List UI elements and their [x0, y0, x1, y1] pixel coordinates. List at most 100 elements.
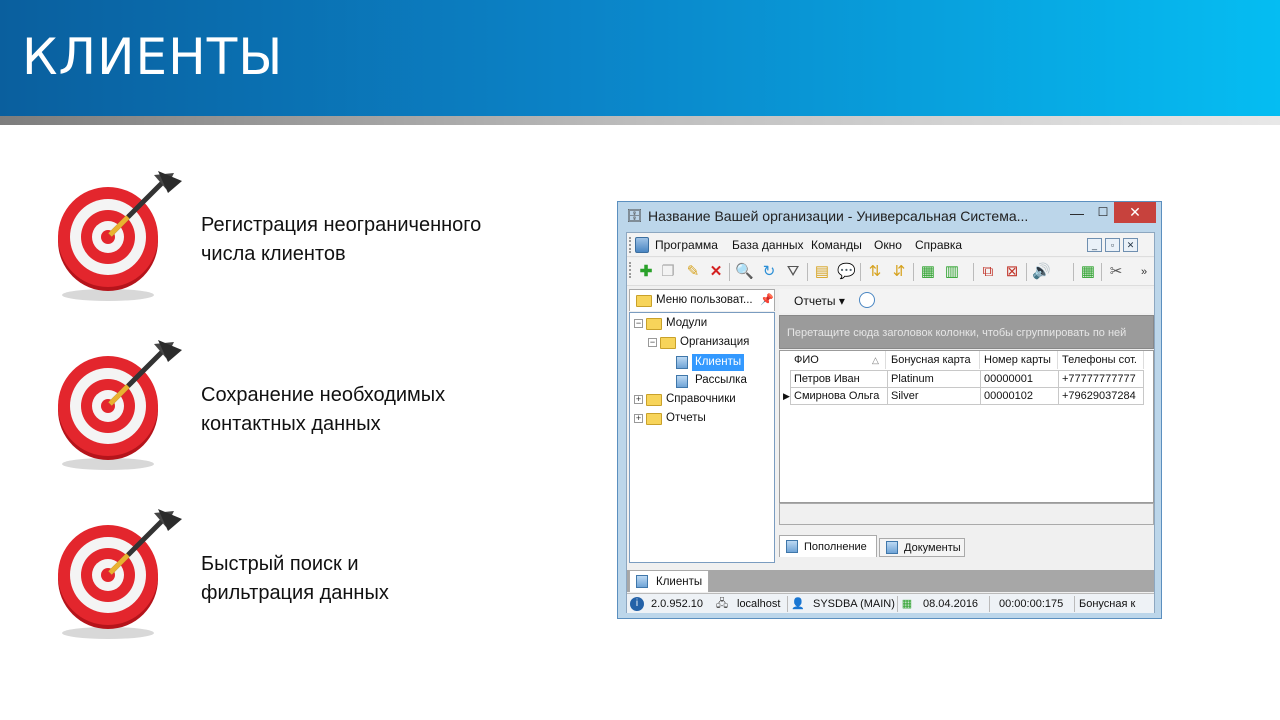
- current-row-indicator: ▶: [783, 391, 790, 401]
- window-maximize-button[interactable]: ☐: [1090, 205, 1116, 225]
- folder-icon: [660, 337, 676, 349]
- export-excel-icon[interactable]: ▦: [919, 263, 937, 281]
- copy-icon[interactable]: ❐: [659, 263, 677, 281]
- add-icon[interactable]: ✚: [637, 263, 655, 281]
- form-icon: [676, 375, 688, 388]
- column-header-bonus-card[interactable]: Бонусная карта: [887, 351, 980, 369]
- form-icon: [676, 356, 688, 369]
- reports-dropdown[interactable]: Отчеты ▾: [794, 294, 845, 308]
- grid-cell[interactable]: Смирнова Ольга: [790, 387, 888, 405]
- window-tab-label: Клиенты: [656, 576, 703, 588]
- group-by-panel[interactable]: Перетащите сюда заголовок колонки, чтобы…: [779, 315, 1154, 349]
- filter-icon[interactable]: ⛛: [784, 263, 802, 281]
- menu-window[interactable]: Окно: [874, 238, 902, 252]
- grid-cell[interactable]: Silver: [887, 387, 981, 405]
- status-host: localhost: [737, 598, 781, 610]
- feature-line: Регистрация неограниченного: [201, 214, 482, 236]
- tools-icon[interactable]: ✂: [1107, 263, 1125, 281]
- sort-asc-icon: △: [872, 355, 879, 365]
- column-header-phones[interactable]: Телефоны сот.: [1058, 351, 1144, 369]
- grid-cell[interactable]: 00000102: [980, 387, 1059, 405]
- mdi-restore-button[interactable]: ▫: [1105, 238, 1120, 252]
- clients-grid: ФИО △ Бонусная карта Номер карты Телефоны…: [779, 350, 1154, 503]
- clock-icon[interactable]: [859, 292, 875, 308]
- tree-node-label: Клиенты: [692, 354, 745, 371]
- expand-icon[interactable]: +: [634, 395, 643, 404]
- header-banner: КЛИЕНТЫ: [0, 0, 1280, 116]
- toolbar-separator: [807, 263, 808, 281]
- toolbar-separator: [860, 263, 861, 281]
- server-icon: 🖧: [715, 598, 729, 610]
- grid-cell[interactable]: Platinum: [887, 370, 981, 388]
- export-icon[interactable]: ▥: [943, 263, 961, 281]
- folder-icon: [646, 413, 662, 425]
- user-icon: 👤: [791, 598, 805, 610]
- folder-icon: [646, 394, 662, 406]
- feature-line: контактных данных: [201, 413, 381, 435]
- collapse-icon[interactable]: −: [648, 338, 657, 347]
- target-icon: [58, 340, 182, 470]
- status-extra: Бонусная к: [1079, 598, 1136, 610]
- toolbar-separator: [1026, 263, 1027, 281]
- feature-line: Сохранение необходимых: [201, 384, 446, 406]
- group-hint: Перетащите сюда заголовок колонки, чтобы…: [787, 327, 1127, 339]
- column-header-fio[interactable]: ФИО △: [790, 351, 886, 369]
- sound-icon[interactable]: 🔊: [1032, 263, 1051, 281]
- menu-database[interactable]: База данных: [732, 238, 803, 252]
- grid-footer: [779, 503, 1154, 525]
- feature-item: Регистрация неограниченного числа клиент…: [50, 167, 610, 307]
- menu-help[interactable]: Справка: [915, 238, 962, 252]
- tree-node-label: Организация: [680, 336, 750, 348]
- column-header-label: ФИО: [794, 354, 819, 366]
- search-icon[interactable]: 🔍: [735, 263, 754, 281]
- grid-cell[interactable]: Петров Иван: [790, 370, 888, 388]
- grid-cell[interactable]: +79629037284: [1058, 387, 1144, 405]
- grid-cell[interactable]: 00000001: [980, 370, 1059, 388]
- sort-asc-icon[interactable]: ⇅: [866, 263, 884, 281]
- calendar-icon: ▦: [901, 598, 913, 610]
- menu-program[interactable]: Программа: [655, 238, 718, 252]
- refresh-icon[interactable]: ↻: [760, 263, 778, 281]
- close-window-icon[interactable]: ⊠: [1003, 263, 1021, 281]
- window-close-button[interactable]: ✕: [1114, 202, 1156, 223]
- toolbar-separator: [729, 263, 730, 281]
- menu-commands[interactable]: Команды: [811, 238, 862, 252]
- clients-panel: Отчеты ▾ Перетащите сюда заголовок колон…: [779, 289, 1154, 565]
- expand-icon[interactable]: +: [634, 414, 643, 423]
- feature-line: фильтрация данных: [201, 582, 389, 604]
- window-tabs-strip: Клиенты: [627, 570, 1154, 592]
- overflow-icon[interactable]: »: [1135, 263, 1153, 281]
- edit-icon[interactable]: ✎: [684, 263, 702, 281]
- grip-icon: [629, 262, 633, 278]
- tree-node-label: Справочники: [666, 393, 736, 405]
- tab-label: Документы: [904, 542, 961, 554]
- import-icon[interactable]: ▤: [813, 263, 831, 281]
- sort-desc-icon[interactable]: ⇵: [890, 263, 908, 281]
- feature-item: Быстрый поиск и фильтрация данных: [50, 505, 610, 645]
- collapse-icon[interactable]: −: [634, 319, 643, 328]
- window-title: Название Вашей организации - Универсальн…: [648, 208, 1029, 224]
- status-version: 2.0.952.10: [651, 598, 703, 610]
- header-divider: [0, 116, 1280, 125]
- toolbar-separator: [1101, 263, 1102, 281]
- mdi-minimize-button[interactable]: _: [1087, 238, 1102, 252]
- column-header-card-number[interactable]: Номер карты: [980, 351, 1058, 369]
- toolbar-separator: [913, 263, 914, 281]
- status-date: 08.04.2016: [923, 598, 979, 610]
- window-minimize-button[interactable]: —: [1064, 205, 1090, 225]
- window-titlebar: 🗄 Название Вашей организации - Универсал…: [618, 202, 1161, 230]
- menu-bar: Программа База данных Команды Окно Справ…: [627, 233, 1154, 257]
- calendar-icon[interactable]: ▦: [1079, 263, 1097, 281]
- comment-icon[interactable]: 💬: [837, 263, 856, 281]
- feature-item: Сохранение необходимых контактных данных: [50, 336, 610, 476]
- tab-replenishment[interactable]: Пополнение: [779, 535, 877, 557]
- mdi-close-button[interactable]: ✕: [1123, 238, 1138, 252]
- new-window-icon[interactable]: ⧉: [979, 263, 997, 281]
- grid-cell[interactable]: +77777777777: [1058, 370, 1144, 388]
- status-separator: [897, 596, 898, 612]
- tab-documents[interactable]: Документы: [879, 538, 965, 557]
- window-tab-clients[interactable]: Клиенты: [629, 570, 709, 592]
- database-icon: [635, 237, 649, 253]
- pin-icon[interactable]: 📌: [760, 293, 774, 306]
- delete-icon[interactable]: ✕: [707, 263, 725, 281]
